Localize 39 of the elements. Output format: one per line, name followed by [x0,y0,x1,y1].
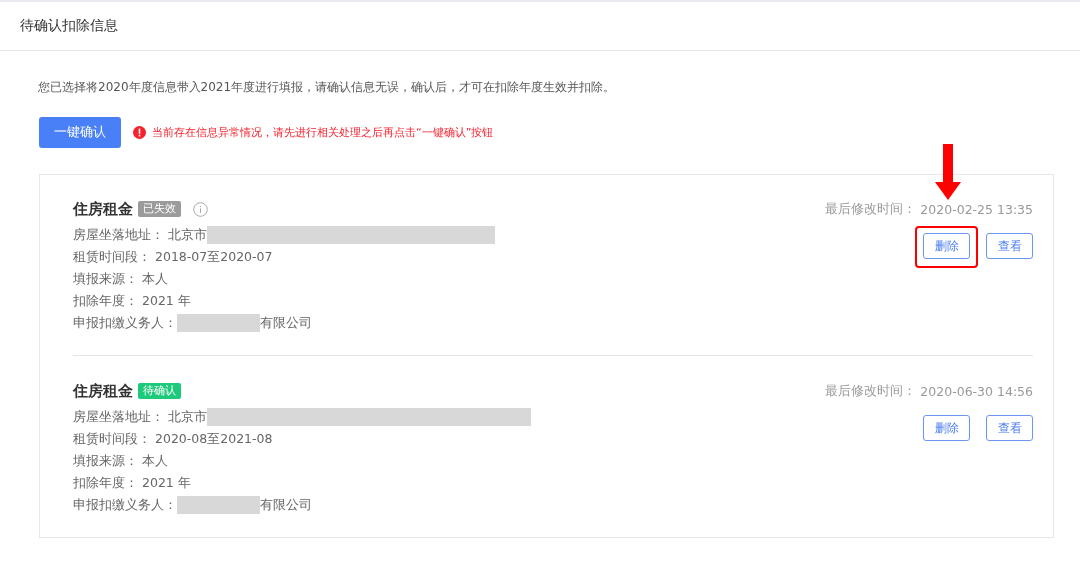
modified-time: 2020-06-30 14:56 [920,383,1033,399]
field-label: 房屋坐落地址： [73,226,164,244]
modified-label: 最后修改时间： [825,200,917,218]
delete-button[interactable]: 删除 [923,415,970,441]
alert-icon [133,126,146,139]
page-title: 待确认扣除信息 [20,17,118,35]
info-icon[interactable] [193,201,208,217]
record-title: 住房租金 [73,199,133,219]
view-button[interactable]: 查看 [986,415,1033,441]
field-value: 有限公司 [260,496,312,514]
field-value: 北京市 [168,408,207,426]
field-value: 2018-07至2020-07 [155,248,273,266]
field-value: 有限公司 [260,314,312,332]
warning-text: 当前存在信息异常情况，请先进行相关处理之后再点击“一键确认”按钮 [152,125,494,140]
field-label: 房屋坐落地址： [73,408,164,426]
view-button[interactable]: 查看 [986,233,1033,259]
field-value: 2020-08至2021-08 [155,430,273,448]
field-value: 本人 [142,270,168,288]
record-title: 住房租金 [73,381,133,401]
field-label: 申报扣缴义务人： [73,496,177,514]
field-label: 租赁时间段： [73,430,151,448]
modified-label: 最后修改时间： [825,382,917,400]
status-badge: 已失效 [138,201,181,217]
field-label: 扣除年度： [73,292,138,310]
field-value: 2021 年 [142,292,191,310]
delete-button[interactable]: 删除 [923,233,970,259]
status-badge: 待确认 [138,383,181,399]
field-label: 租赁时间段： [73,248,151,266]
field-label: 申报扣缴义务人： [73,314,177,332]
notice-text: 您已选择将2020年度信息带入2021年度进行填报，请确认信息无误，确认后，才可在扣除年度生效并扣除。 [38,79,617,96]
confirm-button[interactable]: 一键确认 [39,117,121,148]
pointer-arrow [935,144,961,200]
field-value: 北京市 [168,226,207,244]
field-value: 2021 年 [142,474,191,492]
field-label: 填报来源： [73,452,138,470]
field-label: 填报来源： [73,270,138,288]
field-value: 本人 [142,452,168,470]
modified-time: 2020-02-25 13:35 [920,201,1033,217]
field-label: 扣除年度： [73,474,138,492]
